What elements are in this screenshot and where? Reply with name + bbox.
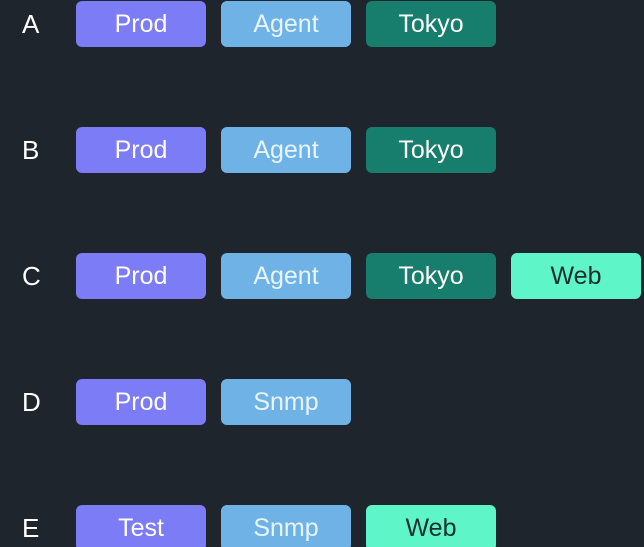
tag-agent[interactable]: Agent [221, 127, 351, 173]
tag-grid: A Prod Agent Tokyo B Prod Agent Tokyo C … [0, 0, 644, 547]
tag-test[interactable]: Test [76, 505, 206, 547]
tag-tokyo[interactable]: Tokyo [366, 253, 496, 299]
tag-prod[interactable]: Prod [76, 253, 206, 299]
tag-agent[interactable]: Agent [221, 1, 351, 47]
tag-tokyo[interactable]: Tokyo [366, 1, 496, 47]
row-label: B [22, 135, 40, 165]
tag-tokyo[interactable]: Tokyo [366, 127, 496, 173]
row-c: C Prod Agent Tokyo Web [0, 253, 644, 299]
row-e: E Test Snmp Web [0, 505, 644, 547]
row-label: C [22, 261, 41, 291]
tag-agent[interactable]: Agent [221, 253, 351, 299]
tag-prod[interactable]: Prod [76, 379, 206, 425]
row-label: E [22, 513, 40, 543]
tag-snmp[interactable]: Snmp [221, 505, 351, 547]
tag-prod[interactable]: Prod [76, 1, 206, 47]
row-d: D Prod Snmp [0, 379, 644, 425]
row-label: A [22, 9, 40, 39]
tag-web[interactable]: Web [366, 505, 496, 547]
row-b: B Prod Agent Tokyo [0, 127, 644, 173]
row-label: D [22, 387, 41, 417]
tag-snmp[interactable]: Snmp [221, 379, 351, 425]
row-a: A Prod Agent Tokyo [0, 1, 644, 47]
tag-web[interactable]: Web [511, 253, 641, 299]
tag-prod[interactable]: Prod [76, 127, 206, 173]
